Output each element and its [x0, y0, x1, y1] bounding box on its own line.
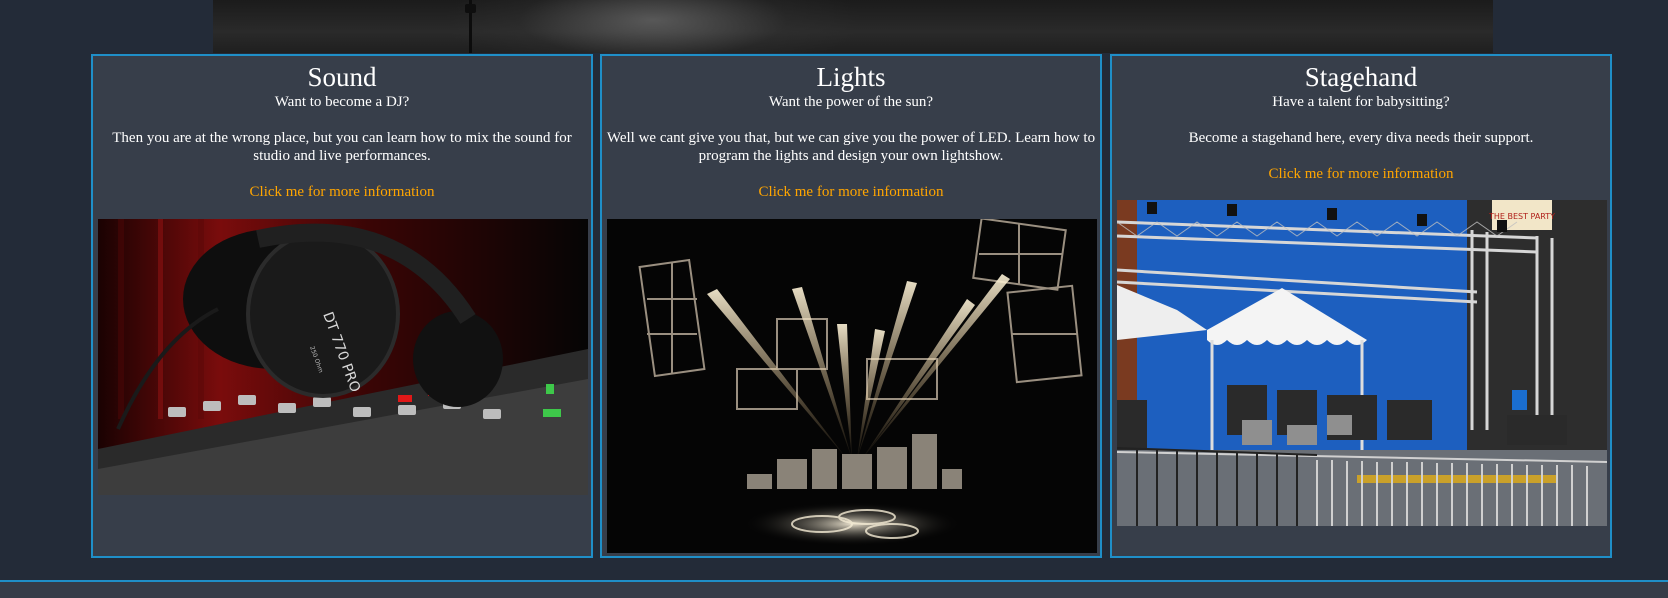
- headphones-mixer-image: DT 770 PRO 250 Ohm: [98, 219, 588, 495]
- stage-setup-image: THE BEST PARTY: [1117, 200, 1607, 526]
- card-description: Well we cant give you that, but we can g…: [606, 130, 1096, 164]
- party-sign-text: THE BEST PARTY: [1488, 212, 1555, 221]
- card-lights: Lights Want the power of the sun? Well w…: [600, 54, 1102, 558]
- hero-light-glow: [443, 0, 863, 53]
- hero-mic-clamp: [465, 4, 476, 13]
- hero-banner-image: [213, 0, 1493, 53]
- card-subtitle: Want the power of the sun?: [768, 94, 934, 110]
- card-title: Sound: [307, 62, 377, 92]
- card-subtitle: Want to become a DJ?: [274, 94, 410, 110]
- card-subtitle: Have a talent for babysitting?: [1272, 94, 1450, 110]
- stage-lights-image: [607, 219, 1097, 553]
- card-description: Then you are at the wrong place, but you…: [112, 130, 572, 164]
- card-title: Lights: [816, 62, 886, 92]
- card-title: Stagehand: [1304, 62, 1418, 92]
- stage-lights-illustration: [607, 219, 1097, 553]
- headphones-mixer-illustration: DT 770 PRO 250 Ohm: [98, 219, 588, 495]
- card-stagehand: Stagehand Have a talent for babysitting?…: [1110, 54, 1612, 558]
- card-sound: Sound Want to become a DJ? Then you are …: [91, 54, 593, 558]
- more-info-link[interactable]: Click me for more information: [602, 183, 1100, 201]
- footer: [0, 582, 1668, 598]
- more-info-link[interactable]: Click me for more information: [1112, 165, 1610, 183]
- stage-setup-illustration: THE BEST PARTY: [1117, 200, 1607, 526]
- card-description: Become a stagehand here, every diva need…: [1188, 130, 1534, 146]
- more-info-link[interactable]: Click me for more information: [93, 183, 591, 201]
